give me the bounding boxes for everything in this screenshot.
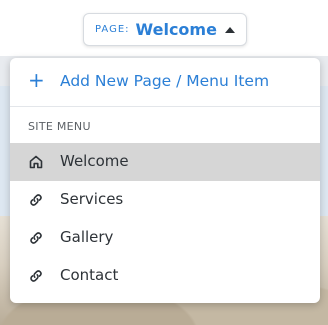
plus-icon: + <box>28 68 45 92</box>
caret-up-icon <box>224 26 235 33</box>
page-menu-dropdown: + Add New Page / Menu Item SITE MENU Wel… <box>10 58 320 303</box>
home-icon <box>28 154 44 170</box>
link-icon <box>28 230 44 246</box>
menu-item-welcome[interactable]: Welcome <box>10 143 320 181</box>
link-icon <box>28 192 44 208</box>
link-icon <box>28 268 44 284</box>
menu-item-label: Contact <box>60 266 119 284</box>
site-menu-heading: SITE MENU <box>28 120 91 133</box>
page-selector-button[interactable]: PAGE: Welcome <box>83 13 247 46</box>
page-selector-label: PAGE: <box>95 24 130 35</box>
menu-item-label: Gallery <box>60 228 114 246</box>
add-new-page-button[interactable]: + Add New Page / Menu Item <box>10 58 320 106</box>
menu-item-label: Services <box>60 190 124 208</box>
current-page-name: Welcome <box>135 20 217 39</box>
divider <box>10 106 320 107</box>
menu-item-gallery[interactable]: Gallery <box>10 219 320 257</box>
menu-item-services[interactable]: Services <box>10 181 320 219</box>
menu-item-label: Welcome <box>60 152 129 170</box>
add-new-page-label: Add New Page / Menu Item <box>60 72 270 90</box>
menu-item-contact[interactable]: Contact <box>10 257 320 295</box>
